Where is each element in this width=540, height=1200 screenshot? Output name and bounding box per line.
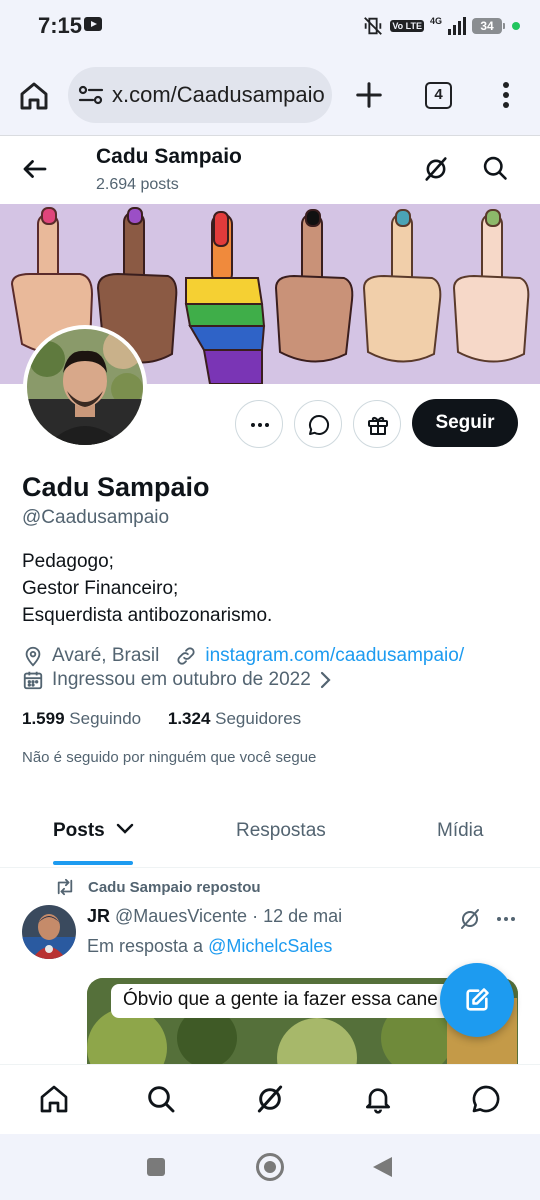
post-author-name[interactable]: JR: [87, 906, 110, 926]
bio-line: Gestor Financeiro;: [22, 578, 179, 599]
profile-joined-date: Ingressou em outubro de 2022: [52, 669, 311, 690]
follow-stats: 1.599 Seguindo 1.324 Seguidores: [22, 709, 301, 729]
following-count: 1.599: [22, 709, 65, 728]
profile-handle: @Caadusampaio: [22, 507, 170, 528]
home-icon[interactable]: [18, 80, 50, 112]
compose-icon: [466, 988, 489, 1011]
gift-icon: [368, 416, 388, 435]
repost-icon: [57, 878, 73, 896]
nav-search-icon[interactable]: [145, 1083, 177, 1115]
grok-icon[interactable]: [422, 154, 450, 184]
tab-posts[interactable]: Posts: [53, 820, 134, 842]
network-type: 4G: [429, 16, 442, 26]
url-text[interactable]: x.com/Caadusampaio: [112, 82, 324, 108]
more-horizontal-icon: [251, 423, 269, 427]
followers-label: Seguidores: [215, 709, 302, 728]
chevron-down-icon: [116, 823, 134, 834]
tab-media[interactable]: Mídia: [437, 820, 483, 842]
profile-bio: Pedagogo; Gestor Financeiro; Esquerdista…: [22, 548, 272, 629]
tab-replies[interactable]: Respostas: [236, 820, 326, 842]
system-back-button[interactable]: [373, 1157, 392, 1177]
nav-notifications-icon[interactable]: [362, 1083, 394, 1115]
profile-meta-joined-row[interactable]: Ingressou em outubro de 2022: [22, 667, 341, 693]
status-icons: Vo LTE 4G 34: [362, 14, 520, 38]
youtube-notification-icon: [84, 17, 102, 31]
following-stat[interactable]: 1.599 Seguindo: [22, 709, 141, 728]
more-vertical-icon[interactable]: [494, 80, 518, 110]
recent-apps-button[interactable]: [147, 1158, 165, 1176]
address-bar[interactable]: x.com/Caadusampaio: [68, 67, 332, 123]
subscribe-gift-button[interactable]: [353, 400, 401, 448]
link-icon: [177, 647, 195, 665]
more-options-button[interactable]: [235, 400, 283, 448]
vibrate-off-icon: [364, 17, 383, 35]
post-author-avatar[interactable]: [22, 905, 76, 959]
post-avatar-image: [22, 905, 76, 959]
post-separator: ·: [252, 906, 259, 926]
chat-bubble-icon: [309, 414, 330, 435]
follow-button[interactable]: Seguir: [412, 399, 518, 447]
profile-display-name: Cadu Sampaio: [22, 472, 210, 502]
post-more-icon[interactable]: [494, 906, 518, 932]
profile-avatar[interactable]: [23, 325, 147, 449]
status-time: 7:15: [38, 13, 83, 38]
bottom-navigation: [0, 1064, 540, 1134]
chevron-right-icon: [320, 671, 331, 689]
followed-by-note: Não é seguido por ninguém que você segue: [22, 749, 317, 766]
profile-tabs: Posts Respostas Mídia: [0, 796, 540, 868]
avatar-photo: [27, 329, 143, 445]
volte-badge: Vo LTE: [390, 20, 424, 32]
site-settings-icon[interactable]: [78, 83, 104, 107]
reply-prefix: Em resposta a: [87, 936, 204, 956]
nav-home-icon[interactable]: [38, 1083, 70, 1115]
profile-meta-location-row: Avaré, Brasil instagram.com/caadusampaio…: [22, 643, 464, 669]
nav-messages-icon[interactable]: [470, 1083, 502, 1115]
calendar-icon: [23, 671, 43, 690]
followers-count: 1.324: [167, 709, 211, 728]
tab-switcher-button[interactable]: 4: [425, 82, 452, 109]
post-grok-icon[interactable]: [458, 906, 482, 932]
following-label: Seguindo: [69, 709, 142, 728]
post-header: JR @MauesVicente · 12 de mai: [87, 906, 342, 927]
message-button[interactable]: [294, 400, 342, 448]
active-tab-indicator: [53, 861, 133, 865]
new-tab-icon[interactable]: [354, 80, 384, 110]
browser-toolbar: x.com/Caadusampaio 4: [0, 52, 540, 136]
signal-icon: [448, 17, 466, 35]
followers-stat[interactable]: 1.324 Seguidores: [168, 709, 301, 728]
battery-icon: 34: [472, 18, 505, 34]
privacy-indicator-dot: [512, 22, 520, 30]
system-home-button[interactable]: [256, 1153, 284, 1181]
repost-label: Cadu Sampaio repostou: [88, 878, 261, 896]
post-author-handle[interactable]: @MauesVicente: [115, 906, 247, 926]
status-bar: 7:15 Vo LTE 4G 34: [0, 0, 540, 52]
media-caption: Óbvio que a gente ia fazer essa cane: [111, 984, 451, 1018]
search-icon[interactable]: [481, 154, 509, 182]
reply-context: Em resposta a @MichelcSales: [87, 936, 332, 957]
bio-line: Pedagogo;: [22, 551, 114, 572]
back-arrow-icon[interactable]: [20, 154, 50, 184]
profile-location: Avaré, Brasil: [52, 645, 160, 666]
bio-line: Esquerdista antibozonarismo.: [22, 605, 273, 626]
location-pin-icon: [25, 646, 41, 667]
tab-posts-label: Posts: [53, 820, 105, 841]
header-post-count: 2.694 posts: [96, 176, 179, 193]
header-title: Cadu Sampaio: [96, 145, 242, 168]
system-navigation-bar: [0, 1134, 540, 1200]
post-date[interactable]: 12 de mai: [263, 906, 342, 926]
profile-header: Cadu Sampaio 2.694 posts: [0, 136, 540, 204]
nav-grok-icon[interactable]: [254, 1083, 286, 1115]
reply-mention-link[interactable]: @MichelcSales: [208, 936, 332, 956]
profile-website-link[interactable]: instagram.com/caadusampaio/: [205, 645, 464, 667]
repost-indicator[interactable]: Cadu Sampaio repostou: [54, 878, 261, 896]
compose-post-button[interactable]: [440, 963, 514, 1037]
